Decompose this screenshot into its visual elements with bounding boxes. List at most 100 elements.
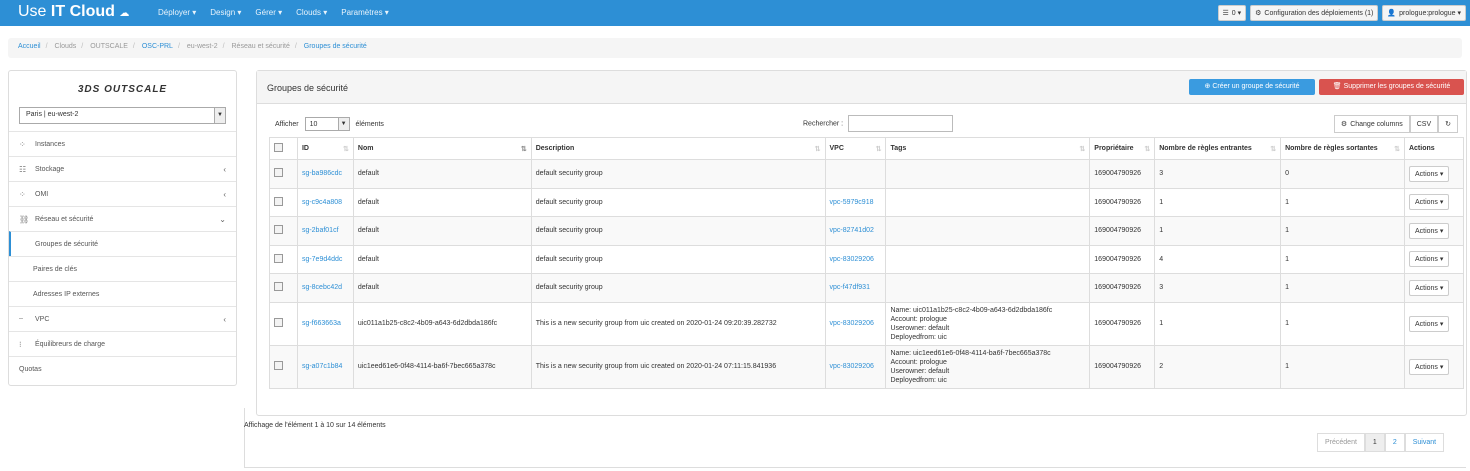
cell-outbound-rules: 1	[1280, 344, 1405, 389]
pagination-next[interactable]: Suivant	[1404, 433, 1445, 452]
list-icon: ☰	[1222, 10, 1229, 17]
row-actions-button[interactable]: Actions ▾	[1408, 315, 1450, 332]
sidebar-item-omi[interactable]: ⁘ OMI ‹	[9, 181, 236, 206]
vpc-link[interactable]: vpc-83029206	[830, 256, 874, 263]
tag-userowner: Userowner: default	[890, 367, 950, 375]
row-checkbox[interactable]	[269, 344, 298, 389]
pagination-page-1[interactable]: 1	[1364, 433, 1385, 452]
sidebar-item-instances[interactable]: ⁘ Instances	[9, 131, 236, 156]
security-group-id-link[interactable]: sg-c9c4a808	[302, 199, 342, 206]
sidebar: 3DS OUTSCALE Paris | eu-west-2 ▼ ⁘ Instan…	[8, 70, 237, 386]
deployment-config-button[interactable]: ⚙ Configuration des déploiements (1)	[1250, 5, 1379, 21]
col-header-description[interactable]: Description ⇅	[530, 137, 826, 160]
row-actions-button[interactable]: Actions ▾	[1408, 222, 1450, 239]
col-header-proprietaire[interactable]: Propriétaire ⇅	[1089, 137, 1156, 160]
change-columns-button[interactable]: ⚙ Change columns	[1333, 115, 1410, 133]
cell-description: default security group	[530, 159, 826, 189]
chevron-left-icon: ‹	[223, 189, 226, 199]
security-group-id-link[interactable]: sg-8cebc42d	[302, 284, 342, 291]
row-actions-button[interactable]: Actions ▾	[1408, 165, 1450, 182]
sidebar-item-vpc[interactable]: ⎯ VPC ‹	[9, 306, 236, 331]
page-length-select[interactable]: 10 ▼	[304, 117, 350, 131]
col-header-vpc[interactable]: VPC ⇅	[824, 137, 887, 160]
row-actions-button[interactable]: Actions ▾	[1408, 194, 1450, 211]
csv-button[interactable]: CSV	[1409, 115, 1439, 133]
row-checkbox[interactable]	[269, 301, 298, 346]
cell-tags	[885, 216, 1091, 246]
col-header-id[interactable]: ID ⇅	[296, 137, 354, 160]
pagination-page-2[interactable]: 2	[1384, 433, 1405, 452]
cell-inbound-rules: 1	[1154, 187, 1282, 217]
vpc-link[interactable]: vpc-83029206	[830, 320, 874, 327]
row-checkbox[interactable]	[269, 216, 298, 246]
cell-outbound-rules: 0	[1280, 159, 1405, 189]
region-select[interactable]: Paris | eu-west-2 ▼	[19, 107, 226, 124]
security-groups-table: ID ⇅ Nom ⇅ Description ⇅ VPC ⇅ Tags ⇅ Proprié…	[269, 137, 1465, 389]
row-checkbox[interactable]	[269, 244, 298, 274]
sort-asc-icon: ⇅	[520, 145, 527, 153]
chevron-down-icon: ⌄	[219, 214, 226, 224]
sidebar-item-stockage[interactable]: ☷ Stockage ‹	[9, 156, 236, 181]
col-header-nom[interactable]: Nom ⇅	[352, 137, 532, 160]
row-checkbox[interactable]	[269, 159, 298, 189]
breadcrumb-osc-prl[interactable]: OSC-PRL	[142, 43, 173, 50]
nav-parametres[interactable]: Paramètres ▾	[341, 8, 389, 17]
security-group-id-link[interactable]: sg-a07c1b84	[302, 363, 342, 370]
row-actions-button[interactable]: Actions ▾	[1408, 251, 1450, 268]
search-input[interactable]	[848, 115, 954, 132]
vpc-link[interactable]: vpc-83029206	[830, 363, 874, 370]
sidebar-item-reseau[interactable]: ⛓ Réseau et sécurité ⌄	[9, 206, 236, 231]
nav-design[interactable]: Design ▾	[210, 8, 241, 17]
sidebar-item-quotas[interactable]: Quotas	[9, 356, 236, 381]
instances-icon: ⁘	[19, 139, 26, 149]
vpc-link[interactable]: vpc-82741d02	[830, 227, 874, 234]
breadcrumb-clouds: Clouds	[54, 43, 77, 50]
notifications-button[interactable]: ☰ 0 ▾	[1217, 5, 1247, 21]
pagination-previous[interactable]: Précédent	[1317, 433, 1365, 452]
cell-tags	[885, 159, 1091, 189]
table-row: sg-f663663a uic011a1b25-c8c2-4b09-a643-6…	[269, 301, 1465, 346]
sidebar-item-paires-cles[interactable]: Paires de clés	[9, 256, 236, 281]
app-logo[interactable]: Use IT Cloud ☁	[18, 3, 129, 21]
refresh-button[interactable]: ↻	[1438, 115, 1458, 133]
sidebar-item-adresses-ip[interactable]: Adresses IP externes	[9, 281, 236, 306]
cell-nom: default	[352, 159, 532, 189]
security-group-id-link[interactable]: sg-f663663a	[302, 320, 341, 327]
security-group-id-link[interactable]: sg-2baf01cf	[302, 227, 339, 234]
breadcrumb-outscale: OUTSCALE	[90, 43, 128, 50]
row-checkbox[interactable]	[269, 273, 298, 303]
create-security-group-button[interactable]: ⊕ Créer un groupe de sécurité	[1189, 79, 1315, 95]
select-all-checkbox[interactable]	[269, 137, 298, 160]
cell-tags: Name: uic011a1b25-c8c2-4b09-a643-6d2dbda…	[885, 301, 1091, 346]
col-header-tags[interactable]: Tags ⇅	[885, 137, 1091, 160]
cell-outbound-rules: 1	[1280, 244, 1405, 274]
chevron-down-icon: ▼	[337, 118, 349, 130]
row-actions-button[interactable]: Actions ▾	[1408, 279, 1450, 296]
vpc-link[interactable]: vpc-5979c918	[830, 199, 874, 206]
nav-deployer[interactable]: Déployer ▾	[158, 8, 196, 17]
row-checkbox[interactable]	[269, 187, 298, 217]
nav-clouds[interactable]: Clouds ▾	[296, 8, 327, 17]
security-group-id-link[interactable]: sg-7e9d4ddc	[302, 256, 342, 263]
sidebar-item-groupes-securite[interactable]: Groupes de sécurité	[9, 231, 236, 256]
col-header-regles-sortantes[interactable]: Nombre de règles sortantes ⇅	[1280, 137, 1405, 160]
nav-gerer[interactable]: Gérer ▾	[255, 8, 282, 17]
security-group-id-link[interactable]: sg-ba986cdc	[302, 170, 342, 177]
table-row: sg-ba986cdc default default security gro…	[269, 159, 1465, 189]
breadcrumb-accueil[interactable]: Accueil	[18, 43, 41, 50]
table-row: sg-8cebc42d default default security gro…	[269, 273, 1465, 303]
tag-account: Account: prologue	[890, 358, 947, 366]
table-row: sg-c9c4a808 default default security gro…	[269, 187, 1465, 217]
gear-icon: ⚙	[1340, 121, 1348, 128]
user-menu-button[interactable]: 👤 prologue:prologue ▾	[1382, 5, 1466, 21]
col-header-regles-entrantes[interactable]: Nombre de règles entrantes ⇅	[1154, 137, 1282, 160]
row-actions-button[interactable]: Actions ▾	[1408, 358, 1450, 375]
delete-security-groups-button[interactable]: 🗑 Supprimer les groupes de sécurité	[1319, 79, 1464, 95]
breadcrumb-current[interactable]: Groupes de sécurité	[304, 43, 367, 50]
load-balancer-icon: ⁝	[19, 339, 22, 349]
vpc-link[interactable]: vpc-f47df931	[830, 284, 870, 291]
cell-inbound-rules: 4	[1154, 244, 1282, 274]
sidebar-item-equilibreurs[interactable]: ⁝ Équilibreurs de charge	[9, 331, 236, 356]
table-row: sg-a07c1b84 uic1eed61e6-0f48-4114-ba6f-7…	[269, 344, 1465, 389]
table-row: sg-2baf01cf default default security gro…	[269, 216, 1465, 246]
